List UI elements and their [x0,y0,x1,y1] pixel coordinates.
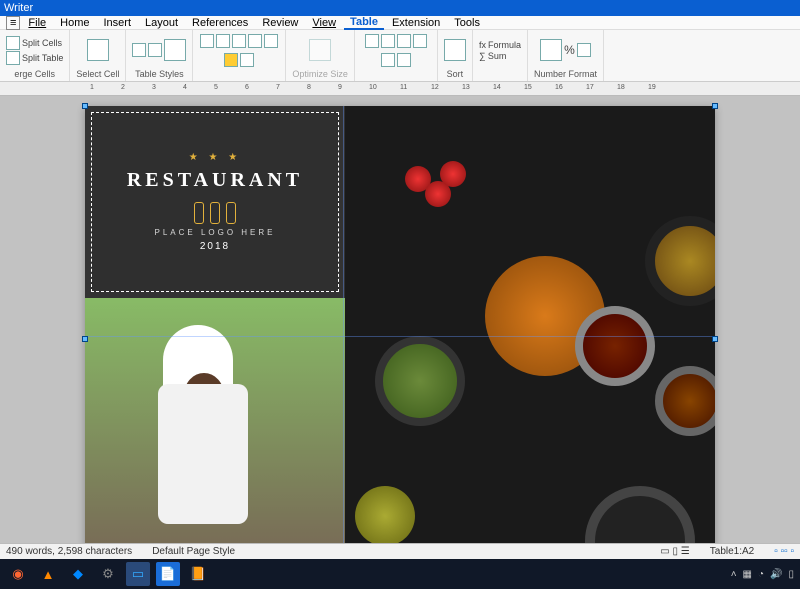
border1-icon[interactable] [200,34,214,48]
border4-icon[interactable] [248,34,262,48]
numfmt-icon[interactable] [540,39,562,61]
ribbon-merge-group: Split Cells Split Table erge Cells [0,30,70,81]
align-bc-icon[interactable] [381,53,395,67]
selection-handle[interactable] [712,336,718,342]
split-table-button[interactable]: Split Table [6,51,63,65]
utensils-icon [194,202,236,224]
menu-file[interactable]: File [22,17,52,29]
style1-icon[interactable] [132,43,146,57]
tray-up-icon[interactable]: ˄ [731,569,737,580]
align-tl-icon[interactable] [365,34,379,48]
calendar-icon[interactable] [577,43,591,57]
style2-icon[interactable] [148,43,162,57]
table-cell-left[interactable]: ★ ★ ★ RESTAURANT PLACE LOGO HERE 2018 [85,106,345,543]
ribbon-select-group: Select Cell [70,30,126,81]
select-cell-icon[interactable] [87,39,109,61]
menu-view[interactable]: View [306,17,342,29]
menu-tools[interactable]: Tools [448,17,486,29]
status-view-icons[interactable]: ▭ ▯ ☰ [660,546,689,557]
logo-tagline: PLACE LOGO HERE [154,228,275,237]
border6-icon[interactable] [240,53,254,67]
ribbon-formula-group: fx Formula ∑ Sum [473,30,528,81]
table-cell-right[interactable] [345,106,715,543]
style3-icon[interactable] [164,39,186,61]
ribbon-optimize-group: Optimize Size [286,30,355,81]
status-bar: 490 words, 2,598 characters Default Page… [0,543,800,559]
border2-icon[interactable] [216,34,230,48]
split-table-icon [6,51,20,65]
selection-handle[interactable] [82,336,88,342]
muffin-tray-image [585,486,695,543]
logo-year: 2018 [200,241,230,252]
border3-icon[interactable] [232,34,246,48]
network-icon[interactable]: ▦ [743,569,752,580]
paint-icon[interactable] [224,53,238,67]
menu-home[interactable]: Home [54,17,95,29]
menu-layout[interactable]: Layout [139,17,184,29]
tomato-image [440,161,466,187]
align-br-icon[interactable] [397,53,411,67]
align-tc-icon[interactable] [381,34,395,48]
volume-icon[interactable]: 🔊 [770,569,782,580]
ribbon-align-group [355,30,438,81]
desktop-icon[interactable]: ▭ [126,562,150,586]
taskbar: ◉ ▲ ◆ ⚙ ▭ 📄 📙 ˄ ▦ ◔ 🔊 ▯ [0,559,800,589]
percent-icon[interactable]: % [564,43,575,57]
page[interactable]: ★ ★ ★ RESTAURANT PLACE LOGO HERE 2018 [85,106,715,543]
ribbon-sort-group: Sort [438,30,473,81]
beans-bowl-image [575,306,655,386]
merge-cells-label[interactable]: erge Cells [14,69,55,79]
selection-handle[interactable] [82,103,88,109]
ribbon: Split Cells Split Table erge Cells Selec… [0,30,800,82]
status-cell-ref: Table1:A2 [710,546,754,557]
title-bar: Writer [0,0,800,16]
vlc-icon[interactable]: ▲ [36,562,60,586]
formula-button[interactable]: fx Formula [479,40,521,50]
restaurant-logo-frame[interactable]: ★ ★ ★ RESTAURANT PLACE LOGO HERE 2018 [91,112,339,292]
writer-icon[interactable]: 📄 [156,562,180,586]
split-cells-icon [6,36,20,50]
app-menu-icon[interactable]: ≡ [6,16,20,30]
system-tray[interactable]: ˄ ▦ ◔ 🔊 ▯ [731,569,794,580]
horizontal-ruler[interactable]: 12345678910111213141516171819 [0,82,800,96]
align-bl-icon[interactable] [413,34,427,48]
sort-icon[interactable] [444,39,466,61]
menu-extension[interactable]: Extension [386,17,446,29]
selection-handle[interactable] [712,103,718,109]
ribbon-styles-group: Table Styles [126,30,193,81]
clock-area[interactable]: ▯ [788,569,794,580]
menu-bar: ≡ File Home Insert Layout References Rev… [0,16,800,30]
impress-icon[interactable]: 📙 [186,562,210,586]
split-cells-button[interactable]: Split Cells [6,36,62,50]
gear-icon[interactable]: ⚙ [96,562,120,586]
menu-insert[interactable]: Insert [98,17,138,29]
status-word-count[interactable]: 490 words, 2,598 characters [6,546,132,557]
logo-heading: RESTAURANT [127,169,303,192]
document-canvas[interactable]: ★ ★ ★ RESTAURANT PLACE LOGO HERE 2018 [0,96,800,543]
align-tr-icon[interactable] [397,34,411,48]
ribbon-borders-group [193,30,286,81]
optimize-icon[interactable] [309,39,331,61]
sum-button[interactable]: ∑ Sum [479,51,506,61]
wifi-icon[interactable]: ◔ [758,569,764,580]
spice-bowl-image [645,216,715,306]
ribbon-numfmt-group: % Number Format [528,30,604,81]
firefox-icon[interactable]: ◉ [6,562,30,586]
peas-bowl-image [375,336,465,426]
app-title: Writer [4,2,33,14]
chef-image[interactable] [85,298,345,543]
menu-review[interactable]: Review [256,17,304,29]
app-icon[interactable]: ◆ [66,562,90,586]
status-page-style[interactable]: Default Page Style [152,546,235,557]
border5-icon[interactable] [264,34,278,48]
menu-references[interactable]: References [186,17,254,29]
menu-table[interactable]: Table [344,16,384,30]
stars-icon: ★ ★ ★ [189,152,241,163]
chickpea-bowl-image [655,366,715,436]
paste-bowl-image [355,486,415,543]
status-book-icons[interactable]: ▫ ▫▫ ▫ [774,546,794,557]
